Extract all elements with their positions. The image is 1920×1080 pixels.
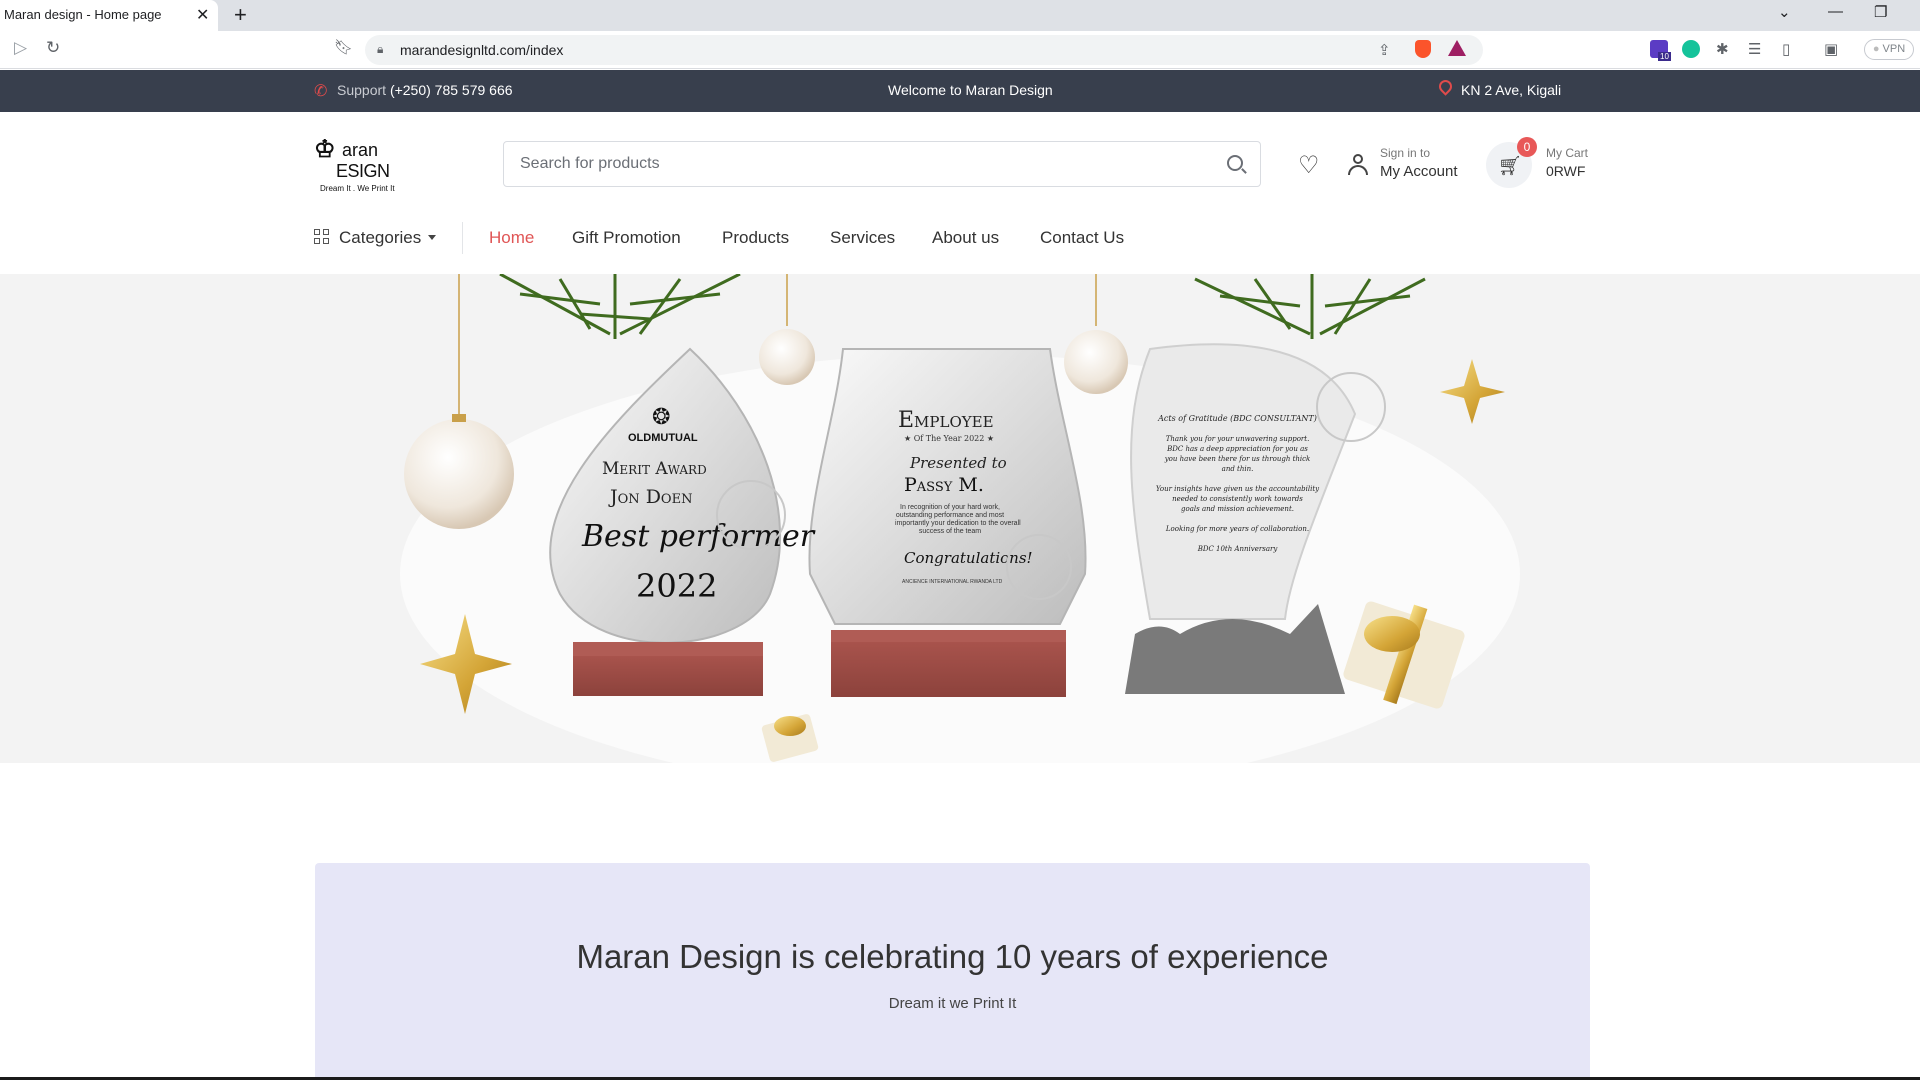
award3-line: Thank you for your unwavering support. xyxy=(1165,435,1310,443)
vpn-label: VPN xyxy=(1882,43,1906,55)
search-icon[interactable] xyxy=(1227,155,1243,171)
logo-shirt-icon: ♔ xyxy=(314,134,336,163)
reload-icon[interactable]: ↻ xyxy=(46,38,60,58)
sidebar-icon[interactable]: ▯ xyxy=(1782,40,1800,58)
close-tab-icon[interactable]: ✕ xyxy=(196,5,209,25)
celebration-subtitle: Dream it we Print It xyxy=(888,995,1017,1012)
cart-amount[interactable]: 0RWF xyxy=(1546,163,1585,179)
nav-about-us[interactable]: About us xyxy=(932,228,999,248)
award3-line: needed to consistently work towards xyxy=(1172,495,1303,503)
watermark-logo-icon xyxy=(1006,534,1072,600)
nav-services[interactable]: Services xyxy=(830,228,895,248)
brave-rewards-icon[interactable] xyxy=(1448,40,1466,56)
address-bar[interactable]: 🔒︎ marandesignltd.com/index ⇪ xyxy=(365,35,1483,65)
categories-dropdown[interactable]: Categories xyxy=(339,228,421,248)
tab-search-chevron-icon[interactable]: ⌄ xyxy=(1778,3,1791,21)
award3-line: and thin. xyxy=(1221,465,1254,473)
forward-icon[interactable]: ▷ xyxy=(14,38,27,58)
puzzle-icon[interactable]: ✱ xyxy=(1716,40,1734,58)
award2-body-line: success of the team xyxy=(918,528,982,535)
nav-home[interactable]: Home xyxy=(489,228,534,248)
browser-tab-bar: Maran design - Home page ✕ + ⌄ — ❐ xyxy=(0,0,1920,31)
award3-title: Acts of Gratitude (BDC CONSULTANT) xyxy=(1158,414,1317,423)
award3-line: Looking for more years of collaboration. xyxy=(1165,525,1310,533)
my-cart-label[interactable]: My Cart xyxy=(1546,146,1588,160)
location-pin-icon xyxy=(1436,77,1455,96)
watermark-logo-icon xyxy=(716,480,786,550)
bookmark-icon[interactable]: 🔖︎ xyxy=(334,38,353,56)
phone-icon: ✆ xyxy=(314,83,328,100)
nav-gift-promotion[interactable]: Gift Promotion xyxy=(572,228,681,248)
search-input[interactable] xyxy=(520,155,1200,173)
browser-tab[interactable]: Maran design - Home page ✕ xyxy=(0,0,218,31)
search-box xyxy=(503,141,1261,187)
logo-tagline: Dream It . We Print It xyxy=(320,184,395,193)
ornament-ball-icon xyxy=(1064,330,1128,394)
award1-title: Merit Award xyxy=(602,459,707,479)
url-text[interactable]: marandesignltd.com/index xyxy=(400,42,563,58)
brave-shields-icon[interactable] xyxy=(1415,40,1431,58)
browser-toolbar: ▷ ↻ 🔖︎ 🔒︎ marandesignltd.com/index ⇪ xyxy=(0,31,1920,69)
award2-body-line: outstanding performance and most xyxy=(895,512,1005,519)
hero-banner[interactable]: ❂ OLDMUTUAL Merit Award Jon Doen Best pe… xyxy=(0,274,1920,763)
vpn-button[interactable]: ● VPN xyxy=(1864,39,1914,60)
support-phone[interactable]: (+250) 785 579 666 xyxy=(390,82,513,98)
award3-line: goals and mission achievement. xyxy=(1181,505,1294,513)
share-icon[interactable]: ⇪ xyxy=(1378,41,1391,59)
nav-products[interactable]: Products xyxy=(722,228,789,248)
caret-down-icon[interactable] xyxy=(428,235,436,240)
award3-line: Your insights have given us the accounta… xyxy=(1155,485,1320,493)
award2-body-line: In recognition of your hard work, xyxy=(900,504,1000,511)
award1-name: Jon Doen xyxy=(610,486,693,508)
minimize-icon[interactable]: — xyxy=(1828,3,1843,20)
tab-title: Maran design - Home page xyxy=(4,7,162,22)
ornament-ball-icon xyxy=(759,329,815,385)
ornament-ball-icon xyxy=(404,419,514,529)
award2-body-line: importantly your dedication to the overa… xyxy=(895,520,1021,527)
site-top-strip: ✆ Support (+250) 785 579 666 Welcome to … xyxy=(0,70,1920,112)
categories-grid-icon[interactable] xyxy=(314,229,330,245)
nav-divider xyxy=(462,222,463,254)
celebration-section: Maran Design is celebrating 10 years of … xyxy=(315,863,1590,1080)
restore-icon[interactable]: ❐ xyxy=(1874,3,1887,21)
award2-body: In recognition of your hard work, outsta… xyxy=(895,504,1021,536)
award2-title: Employee xyxy=(898,408,994,433)
site-logo[interactable]: ♔ aran ESIGN Dream It . We Print It xyxy=(314,134,398,196)
celebration-title: Maran Design is celebrating 10 years of … xyxy=(576,938,1329,975)
vpn-dot-icon: ● xyxy=(1872,43,1880,55)
award2-presented: Presented to xyxy=(910,454,1007,472)
logo-line1: aran xyxy=(342,140,379,160)
award2-subtitle: ★ Of The Year 2022 ★ xyxy=(904,434,995,443)
my-account-link[interactable]: My Account xyxy=(1380,163,1458,180)
location-text: KN 2 Ave, Kigali xyxy=(1461,82,1562,98)
award1-brand: OLDMUTUAL xyxy=(628,432,698,444)
nav-contact-us[interactable]: Contact Us xyxy=(1040,228,1124,248)
oldmutual-logo-icon: ❂ xyxy=(652,404,671,429)
wishlist-heart-icon[interactable]: ♡ xyxy=(1298,151,1320,180)
logo-line2: ESIGN xyxy=(336,161,390,181)
user-icon[interactable] xyxy=(1348,154,1368,176)
new-tab-icon[interactable]: + xyxy=(234,2,247,28)
award3-line: BDC has a deep appreciation for you as xyxy=(1167,445,1308,453)
cart-icon[interactable]: 🛒︎ xyxy=(1498,154,1522,178)
watermark-logo-icon xyxy=(1316,372,1386,442)
award3-line: you have been there for us through thick xyxy=(1164,455,1311,463)
award1-year: 2022 xyxy=(636,567,718,605)
lock-icon[interactable]: 🔒︎ xyxy=(377,42,383,57)
support-label: Support xyxy=(337,82,387,98)
cart-count-badge: 0 xyxy=(1517,137,1537,157)
support-info: Support (+250) 785 579 666 xyxy=(337,82,513,98)
award2-footer: ANCIENCE INTERNATIONAL RWANDA LTD xyxy=(902,579,1003,585)
award2-name: Passy M. xyxy=(904,474,984,496)
welcome-text: Welcome to Maran Design xyxy=(888,82,1053,98)
reading-list-icon[interactable]: ☰ xyxy=(1748,40,1766,58)
award3-text: Acts of Gratitude (BDC CONSULTANT) Thank… xyxy=(1150,414,1325,554)
extension-badge: 10 xyxy=(1658,52,1671,61)
sign-in-label[interactable]: Sign in to xyxy=(1380,146,1430,160)
grammarly-icon[interactable] xyxy=(1682,40,1700,58)
wallet-icon[interactable]: ▣ xyxy=(1824,40,1842,58)
award3-line: BDC 10th Anniversary xyxy=(1197,545,1278,553)
